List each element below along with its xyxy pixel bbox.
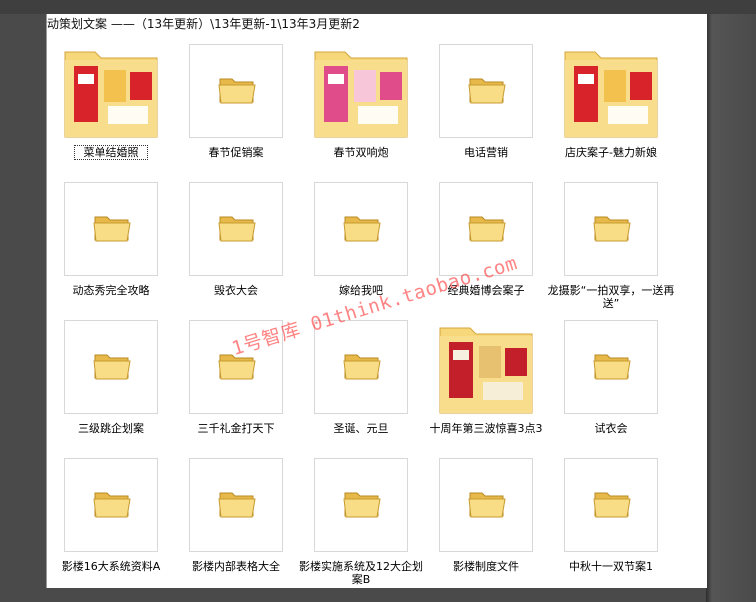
frame-top — [0, 0, 756, 14]
folder-label[interactable]: 动态秀完全攻略 — [47, 284, 177, 297]
folder-item[interactable]: 影楼制度文件 — [424, 448, 548, 580]
folder-label[interactable]: 试衣会 — [545, 422, 677, 435]
folder-thumbnail[interactable] — [64, 458, 158, 552]
folder-thumbnail[interactable] — [314, 320, 408, 414]
folder-icon — [593, 354, 631, 380]
folder-label[interactable]: 毁衣大会 — [170, 284, 302, 297]
folder-item[interactable]: 春节促销案 — [174, 34, 298, 166]
folder-item[interactable]: 影楼16大系统资料A — [49, 448, 173, 580]
folder-icon — [218, 78, 256, 104]
folder-icon — [93, 492, 131, 518]
folder-item[interactable]: 动态秀完全攻略 — [49, 172, 173, 304]
folder-label[interactable]: 十周年第三波惊喜3点3 — [420, 422, 552, 435]
folder-icon — [343, 354, 381, 380]
folder-thumbnail[interactable] — [439, 44, 533, 138]
folder-label[interactable]: 三级跳企划案 — [47, 422, 177, 435]
folder-label[interactable]: 龙摄影“一拍双享，一送再送” — [545, 284, 677, 310]
folder-item[interactable]: 十周年第三波惊喜3点3 — [424, 310, 548, 442]
folder-preview-icon — [64, 51, 158, 138]
folder-thumbnail[interactable] — [314, 458, 408, 552]
folder-item[interactable]: 影楼实施系统及12大企划案B — [299, 448, 423, 586]
folder-thumbnail[interactable] — [314, 182, 408, 276]
folder-icon — [343, 492, 381, 518]
folder-thumbnail[interactable] — [439, 458, 533, 552]
folder-icon — [93, 216, 131, 242]
folder-item[interactable]: 菜单结婚照 — [49, 34, 173, 166]
folder-item[interactable]: 春节双响炮 — [299, 34, 423, 166]
folder-label[interactable]: 影楼16大系统资料A — [47, 560, 177, 573]
folder-thumbnail[interactable] — [189, 44, 283, 138]
folder-label[interactable]: 菜单结婚照 — [74, 145, 148, 160]
folder-thumbnail[interactable] — [564, 182, 658, 276]
folder-thumbnail[interactable] — [189, 458, 283, 552]
folder-preview-icon — [564, 51, 658, 138]
folder-icon — [468, 492, 506, 518]
folder-item[interactable]: 店庆案子-魅力新娘 — [549, 34, 673, 166]
folder-thumbnail[interactable] — [564, 44, 658, 138]
folder-thumbnail[interactable] — [64, 320, 158, 414]
folder-icon — [593, 216, 631, 242]
folder-thumbnail[interactable] — [64, 182, 158, 276]
folder-thumbnail[interactable] — [189, 182, 283, 276]
folder-label[interactable]: 中秋十一双节案1 — [545, 560, 677, 573]
folder-label[interactable]: 电话营销 — [420, 146, 552, 159]
folder-item[interactable]: 试衣会 — [549, 310, 673, 442]
folder-preview-icon — [314, 51, 408, 138]
folder-thumbnail[interactable] — [64, 44, 158, 138]
folder-item[interactable]: 三级跳企划案 — [49, 310, 173, 442]
folder-label[interactable]: 三千礼金打天下 — [170, 422, 302, 435]
folder-label[interactable]: 圣诞、元旦 — [295, 422, 427, 435]
folder-icon — [93, 354, 131, 380]
folder-label[interactable]: 店庆案子-魅力新娘 — [545, 146, 677, 159]
folder-thumbnail[interactable] — [564, 320, 658, 414]
folder-label[interactable]: 影楼内部表格大全 — [170, 560, 302, 573]
folder-icon — [218, 216, 256, 242]
folder-item[interactable]: 毁衣大会 — [174, 172, 298, 304]
folder-item[interactable]: 中秋十一双节案1 — [549, 448, 673, 580]
folder-label[interactable]: 春节促销案 — [170, 146, 302, 159]
folder-icon — [468, 216, 506, 242]
folder-item[interactable]: 影楼内部表格大全 — [174, 448, 298, 580]
folder-icon — [593, 492, 631, 518]
folder-label[interactable]: 春节双响炮 — [295, 146, 427, 159]
folder-icon — [218, 492, 256, 518]
address-path: 动策划文案 ——（13年更新）\13年更新-1\13年3月更新2 — [47, 17, 360, 31]
folder-thumbnail[interactable] — [314, 44, 408, 138]
folder-thumbnail[interactable] — [439, 320, 533, 414]
folder-item[interactable]: 龙摄影“一拍双享，一送再送” — [548, 172, 674, 310]
folder-preview-icon — [439, 327, 533, 414]
folder-thumbnail[interactable] — [564, 458, 658, 552]
frame-left — [0, 14, 46, 602]
folder-label[interactable]: 影楼制度文件 — [420, 560, 552, 573]
frame-right — [706, 14, 756, 602]
folder-icon — [343, 216, 381, 242]
folder-icon — [468, 78, 506, 104]
folder-item[interactable]: 电话营销 — [424, 34, 548, 166]
folder-label[interactable]: 影楼实施系统及12大企划案B — [295, 560, 427, 586]
